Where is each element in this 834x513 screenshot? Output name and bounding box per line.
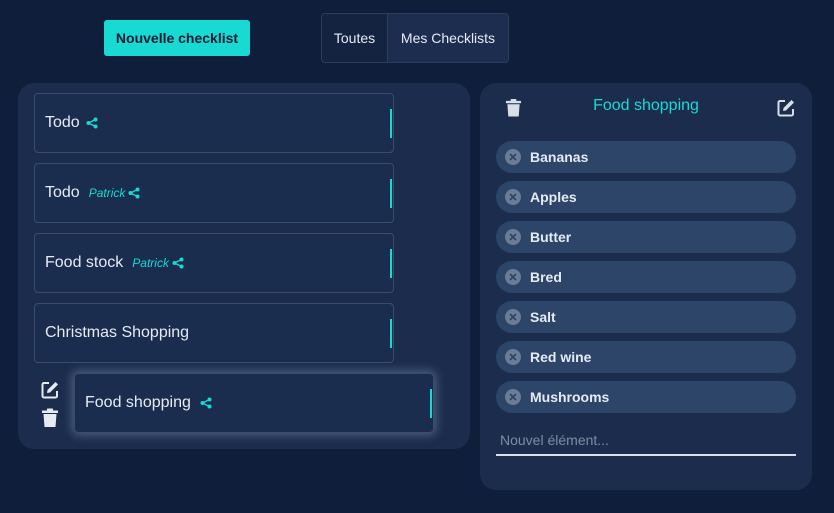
checklist-card[interactable]: Food stock Patrick bbox=[34, 233, 394, 293]
checklist-card-selected[interactable]: Food shopping bbox=[74, 373, 434, 433]
filter-all-button[interactable]: Toutes bbox=[322, 14, 388, 62]
checklist-title: Todo bbox=[45, 184, 80, 201]
checklist-card[interactable]: Todo Patrick bbox=[34, 163, 394, 223]
card-accent-bar bbox=[430, 389, 432, 418]
checklist-item-label: Salt bbox=[530, 309, 556, 325]
card-accent-bar bbox=[390, 319, 392, 348]
checklist-item: Salt bbox=[496, 301, 796, 333]
edit-icon[interactable] bbox=[40, 380, 60, 400]
detail-header: Food shopping bbox=[480, 95, 812, 121]
card-accent-bar bbox=[390, 179, 392, 208]
checklist-item-label: Red wine bbox=[530, 349, 592, 365]
checklist-title: Christmas Shopping bbox=[45, 324, 190, 341]
checklist-detail-panel: Food shopping Bananas Apples Butter Bred… bbox=[480, 83, 812, 490]
close-circle-icon[interactable] bbox=[505, 189, 521, 205]
detail-title: Food shopping bbox=[593, 97, 699, 114]
checklist-card[interactable]: Todo bbox=[34, 93, 394, 153]
selected-card-actions bbox=[40, 380, 60, 428]
checklist-item-label: Apples bbox=[530, 189, 577, 205]
share-icon bbox=[128, 187, 140, 199]
close-circle-icon[interactable] bbox=[505, 309, 521, 325]
checklist-owner: Patrick bbox=[132, 256, 169, 270]
checklist-item: Mushrooms bbox=[496, 381, 796, 413]
share-icon bbox=[200, 397, 212, 409]
close-circle-icon[interactable] bbox=[505, 229, 521, 245]
close-circle-icon[interactable] bbox=[505, 149, 521, 165]
checklist-owner: Patrick bbox=[88, 186, 126, 200]
new-item-input[interactable] bbox=[496, 426, 796, 456]
checklist-item: Apples bbox=[496, 181, 796, 213]
checklist-title: Food stock bbox=[45, 254, 124, 271]
close-circle-icon[interactable] bbox=[505, 349, 521, 365]
share-icon bbox=[86, 117, 98, 129]
new-checklist-button[interactable]: Nouvelle checklist bbox=[104, 20, 250, 56]
filter-my-checklists-button[interactable]: Mes Checklists bbox=[388, 14, 508, 62]
share-icon bbox=[172, 257, 184, 269]
checklist-card[interactable]: Christmas Shopping bbox=[34, 303, 394, 363]
checklist-item: Bananas bbox=[496, 141, 796, 173]
checklist-item: Bred bbox=[496, 261, 796, 293]
checklist-title: Todo bbox=[45, 114, 80, 131]
checklist-item-label: Butter bbox=[530, 229, 572, 245]
checklist-item-label: Mushrooms bbox=[530, 389, 610, 405]
checklist-item: Red wine bbox=[496, 341, 796, 373]
checklist-item: Butter bbox=[496, 221, 796, 253]
trash-icon[interactable] bbox=[40, 408, 60, 428]
filter-toggle-group: Toutes Mes Checklists bbox=[321, 13, 509, 63]
checklist-item-label: Bananas bbox=[530, 149, 589, 165]
checklist-list-panel: Todo Todo Patrick Food stock Patrick Chr… bbox=[18, 83, 470, 449]
close-circle-icon[interactable] bbox=[505, 389, 521, 405]
close-circle-icon[interactable] bbox=[505, 269, 521, 285]
card-accent-bar bbox=[390, 249, 392, 278]
checklist-item-label: Bred bbox=[530, 269, 562, 285]
edit-icon[interactable] bbox=[776, 98, 796, 123]
card-accent-bar bbox=[390, 109, 392, 138]
checklist-title: Food shopping bbox=[85, 394, 191, 411]
